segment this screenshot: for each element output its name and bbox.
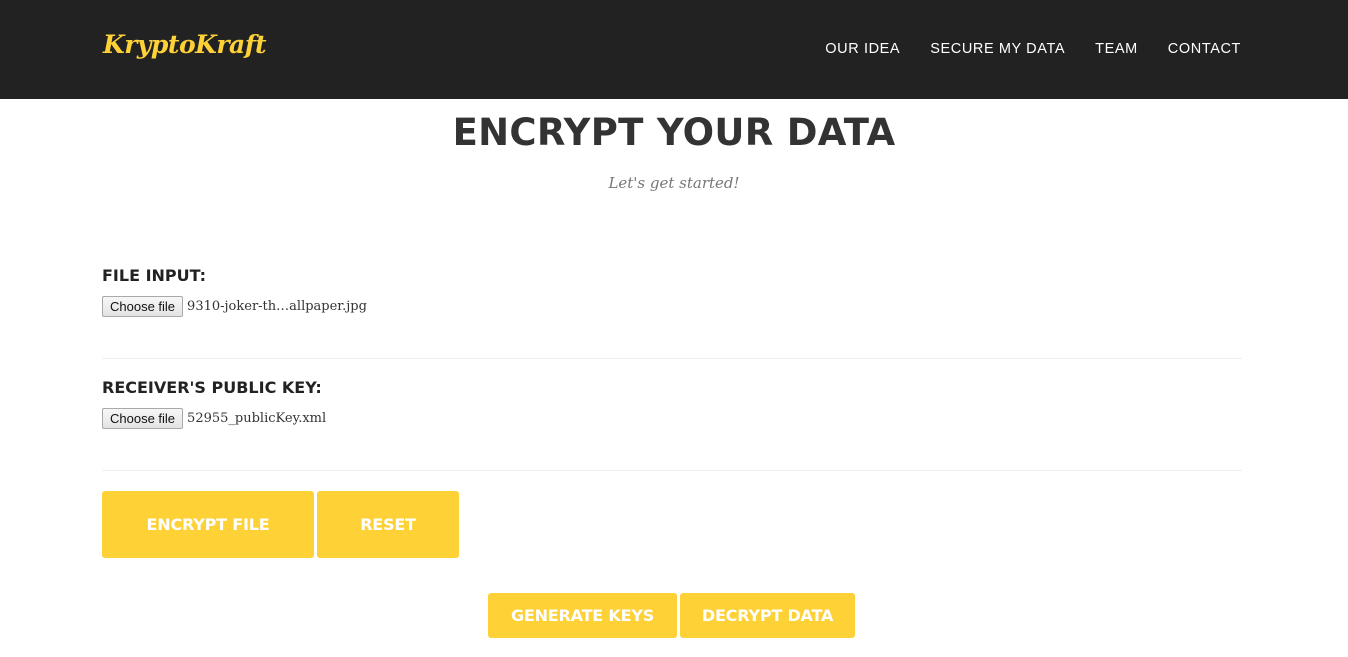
- public-key-label: RECEIVER'S PUBLIC KEY:: [102, 378, 322, 397]
- public-key-filename: 52955_publicKey.xml: [187, 411, 327, 426]
- divider: [102, 358, 1242, 359]
- public-key-choose-button[interactable]: Choose file: [102, 408, 184, 429]
- navbar: KryptoKraft OUR IDEA SECURE MY DATA TEAM…: [0, 0, 1348, 99]
- page-subtitle: Let's get started!: [608, 174, 740, 192]
- public-key-group: RECEIVER'S PUBLIC KEY: Choose file 52955…: [102, 378, 1242, 429]
- public-key-row: Choose file 52955_publicKey.xml: [102, 408, 1242, 429]
- file-input-choose-button[interactable]: Choose file: [102, 296, 184, 317]
- divider: [102, 470, 1242, 471]
- file-input-filename: 9310-joker-th…allpaper.jpg: [187, 299, 367, 314]
- nav-link-our-idea[interactable]: OUR IDEA: [825, 41, 900, 57]
- page-title: ENCRYPT YOUR DATA: [452, 111, 896, 154]
- encrypt-file-button[interactable]: ENCRYPT FILE: [102, 491, 314, 558]
- generate-keys-button[interactable]: GENERATE KEYS: [488, 593, 677, 638]
- nav-menu: OUR IDEA SECURE MY DATA TEAM CONTACT: [825, 41, 1241, 57]
- reset-button[interactable]: RESET: [317, 491, 459, 558]
- file-input-row: Choose file 9310-joker-th…allpaper.jpg: [102, 296, 1242, 317]
- brand-logo[interactable]: KryptoKraft: [103, 32, 267, 57]
- nav-link-secure-my-data[interactable]: SECURE MY DATA: [930, 41, 1065, 57]
- decrypt-data-button[interactable]: DECRYPT DATA: [680, 593, 855, 638]
- nav-link-contact[interactable]: CONTACT: [1168, 41, 1241, 57]
- file-input-group: FILE INPUT: Choose file 9310-joker-th…al…: [102, 266, 1242, 317]
- nav-link-team[interactable]: TEAM: [1095, 41, 1138, 57]
- file-input-label: FILE INPUT:: [102, 266, 207, 285]
